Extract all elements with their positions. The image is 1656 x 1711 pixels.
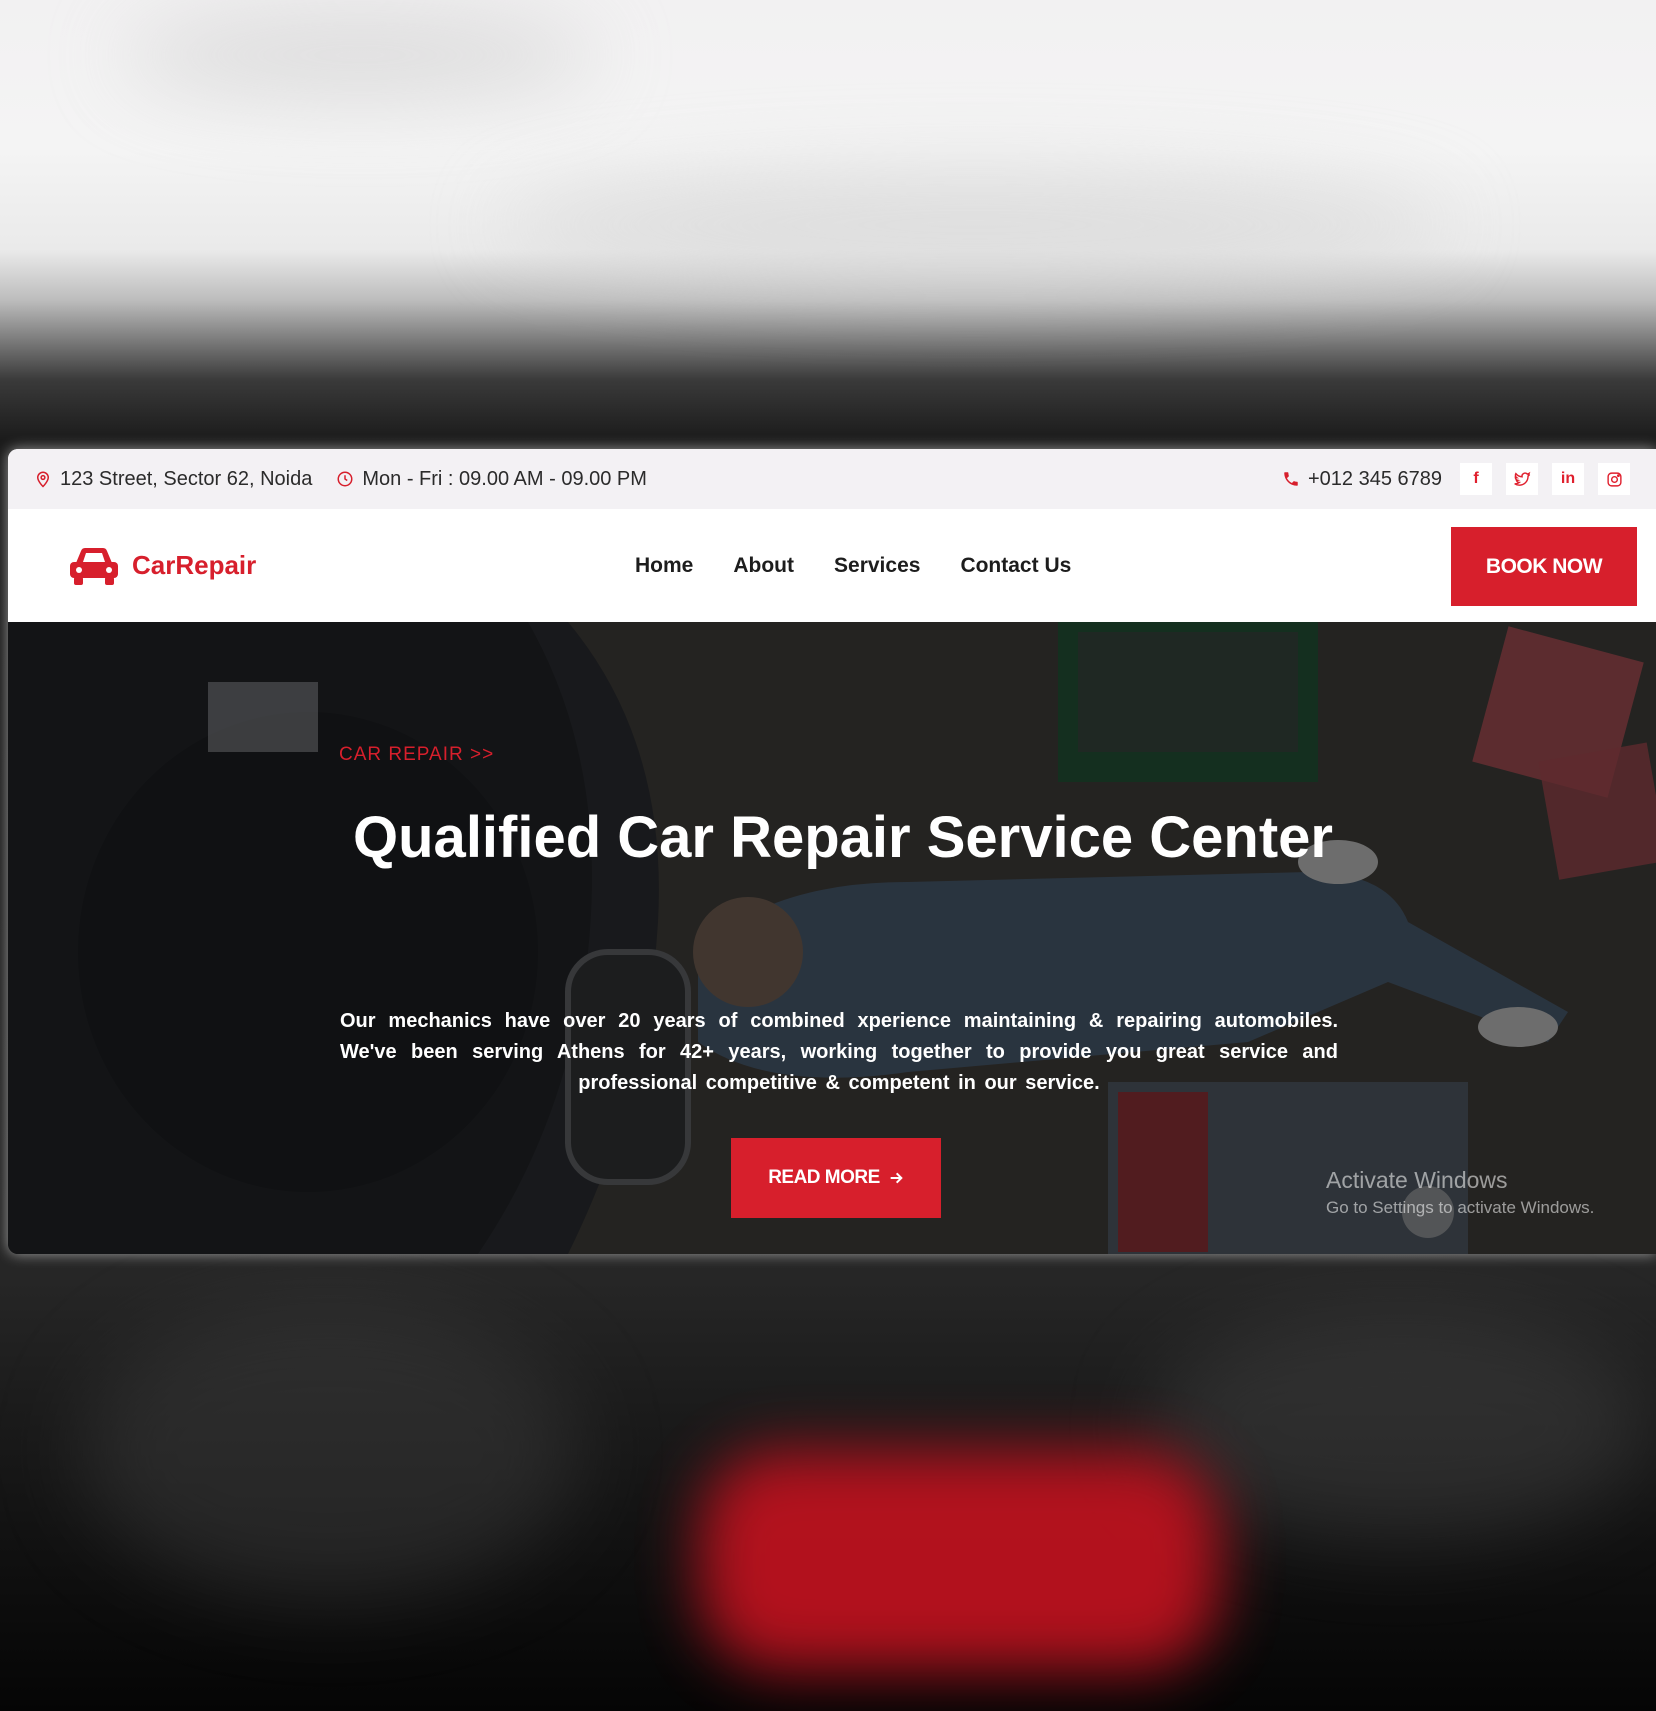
watermark-subtitle: Go to Settings to activate Windows. [1326, 1198, 1595, 1217]
linkedin-icon: in [1560, 470, 1576, 487]
arrow-right-icon [890, 1172, 903, 1184]
phone-text: +012 345 6789 [1307, 467, 1442, 490]
blur-shape [500, 170, 1450, 280]
facebook-icon: f [1473, 470, 1479, 487]
location-pin-icon [36, 471, 50, 488]
hero-eyebrow: CAR REPAIR >> [339, 744, 495, 765]
instagram-link[interactable] [1598, 463, 1630, 495]
watermark-title: Activate Windows [1326, 1167, 1508, 1193]
hero-title: Qualified Car Repair Service Center [353, 805, 1333, 870]
twitter-link[interactable] [1506, 463, 1538, 495]
twitter-icon [1513, 471, 1530, 486]
address-item: 123 Street, Sector 62, Noida [34, 468, 312, 491]
read-more-label: READ MORE [768, 1167, 880, 1188]
nav-link-services[interactable]: Services [834, 554, 920, 578]
facebook-link[interactable]: f [1460, 463, 1492, 495]
nav-link-about[interactable]: About [733, 554, 794, 578]
nav-links: Home About Services Contact Us [635, 509, 1071, 622]
main-navbar: CarRepair Home About Services Contact Us… [8, 509, 1656, 622]
blur-shape [1150, 1310, 1650, 1540]
read-more-button[interactable]: READ MORE [731, 1138, 941, 1218]
hours-item: Mon - Fri : 09.00 AM - 09.00 PM [336, 468, 647, 491]
nav-link-contact[interactable]: Contact Us [960, 554, 1071, 578]
hero-content: CAR REPAIR >> Qualified Car Repair Servi… [8, 622, 1656, 1254]
phone-icon [1284, 472, 1298, 486]
nav-link-home[interactable]: Home [635, 554, 693, 578]
address-text: 123 Street, Sector 62, Noida [60, 467, 313, 490]
clock-icon [337, 471, 353, 487]
brand-name: CarRepair [132, 550, 257, 580]
linkedin-link[interactable]: in [1552, 463, 1584, 495]
activate-windows-watermark: Activate Windows Go to Settings to activ… [1326, 1167, 1594, 1218]
website-screenshot-card: 123 Street, Sector 62, Noida Mon - Fri :… [8, 449, 1656, 1254]
brand-logo[interactable]: CarRepair [68, 545, 256, 587]
hero-description: Our mechanics have over 20 years of comb… [340, 1010, 1338, 1094]
car-icon [70, 547, 118, 585]
hero-section: CAR REPAIR >> Qualified Car Repair Servi… [8, 622, 1656, 1254]
book-now-button[interactable]: BOOK NOW [1451, 527, 1637, 606]
instagram-icon [1606, 471, 1622, 487]
hours-text: Mon - Fri : 09.00 AM - 09.00 PM [362, 467, 647, 490]
blurred-button-shape [700, 1450, 1220, 1670]
top-info-bar: 123 Street, Sector 62, Noida Mon - Fri :… [8, 449, 1656, 509]
phone-item[interactable]: +012 345 6789 [1282, 468, 1442, 491]
blur-shape [80, 1300, 580, 1600]
blur-shape [120, 10, 600, 100]
